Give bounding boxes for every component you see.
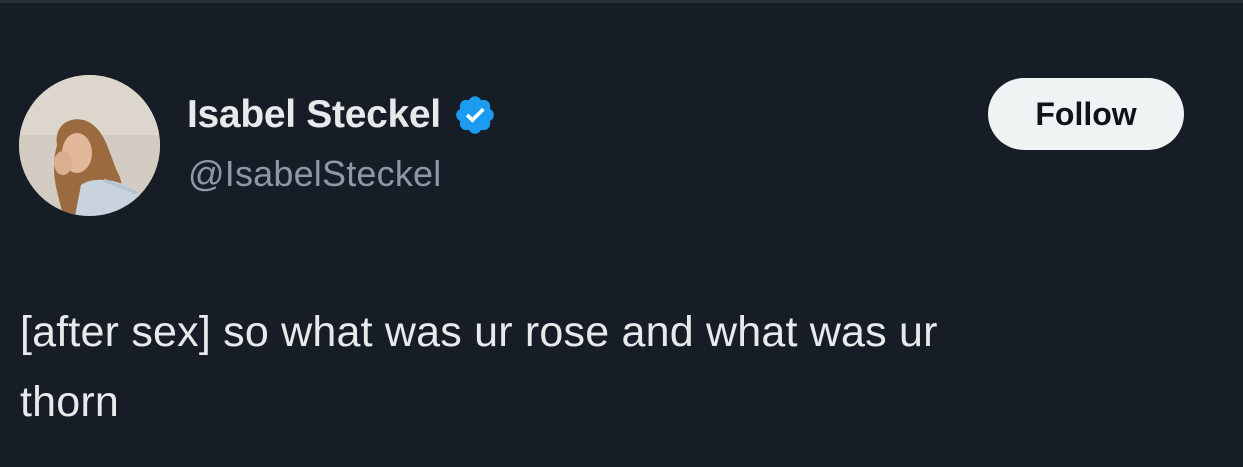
author-display-name[interactable]: Isabel Steckel: [187, 93, 441, 137]
avatar-photo-icon: [19, 75, 160, 216]
author-avatar[interactable]: [19, 75, 160, 216]
tweet-card: Isabel Steckel @IsabelSteckel Follow [af…: [0, 0, 1243, 467]
follow-button[interactable]: Follow: [988, 78, 1184, 150]
tweet-text: [after sex] so what was ur rose and what…: [20, 297, 1210, 437]
tweet-text-line: thorn: [20, 378, 120, 426]
tweet-text-line: [after sex] so what was ur rose and what…: [20, 308, 938, 356]
author-handle[interactable]: @IsabelSteckel: [188, 153, 441, 195]
verified-badge-icon: [456, 96, 494, 134]
author-name-row[interactable]: Isabel Steckel: [187, 89, 497, 141]
